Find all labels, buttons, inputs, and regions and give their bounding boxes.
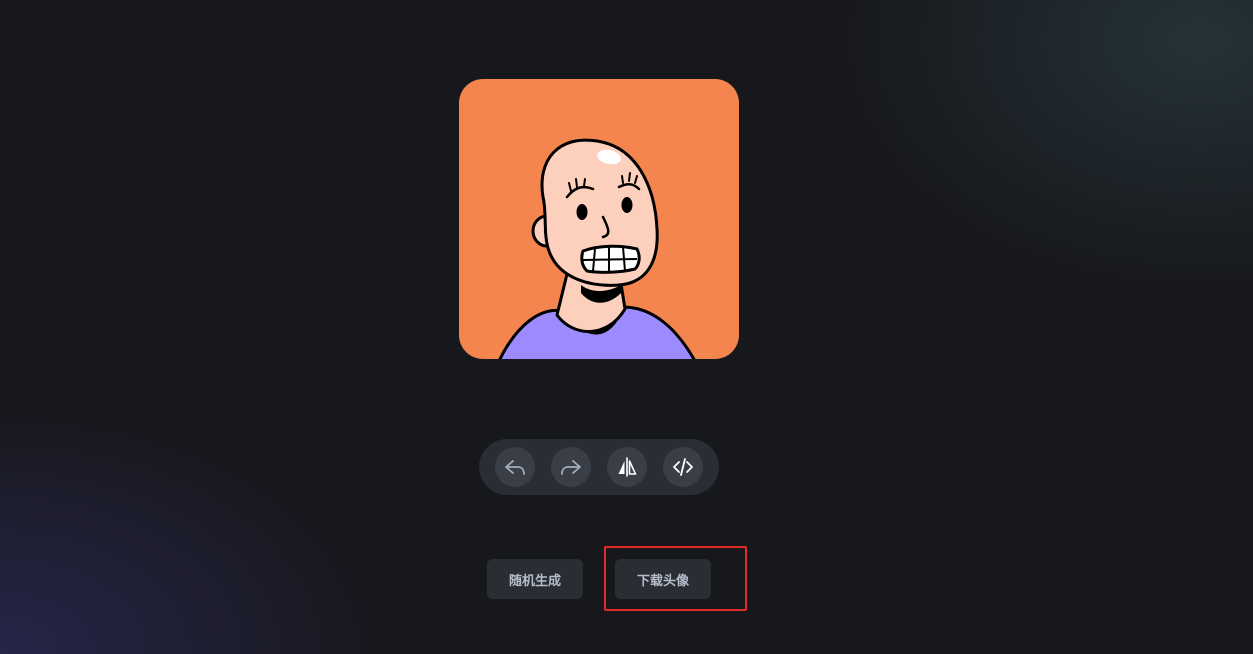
code-button[interactable] (663, 447, 703, 487)
highlight-annotation (604, 546, 747, 611)
flip-icon (618, 457, 637, 477)
code-icon (673, 458, 693, 476)
redo-button[interactable] (551, 447, 591, 487)
redo-icon (561, 460, 581, 475)
avatar-toolbar (479, 439, 719, 495)
avatar-illustration (459, 79, 739, 359)
undo-button[interactable] (495, 447, 535, 487)
avatar-preview (459, 79, 739, 359)
random-generate-button[interactable]: 随机生成 (487, 559, 583, 599)
undo-icon (505, 460, 525, 475)
flip-button[interactable] (607, 447, 647, 487)
